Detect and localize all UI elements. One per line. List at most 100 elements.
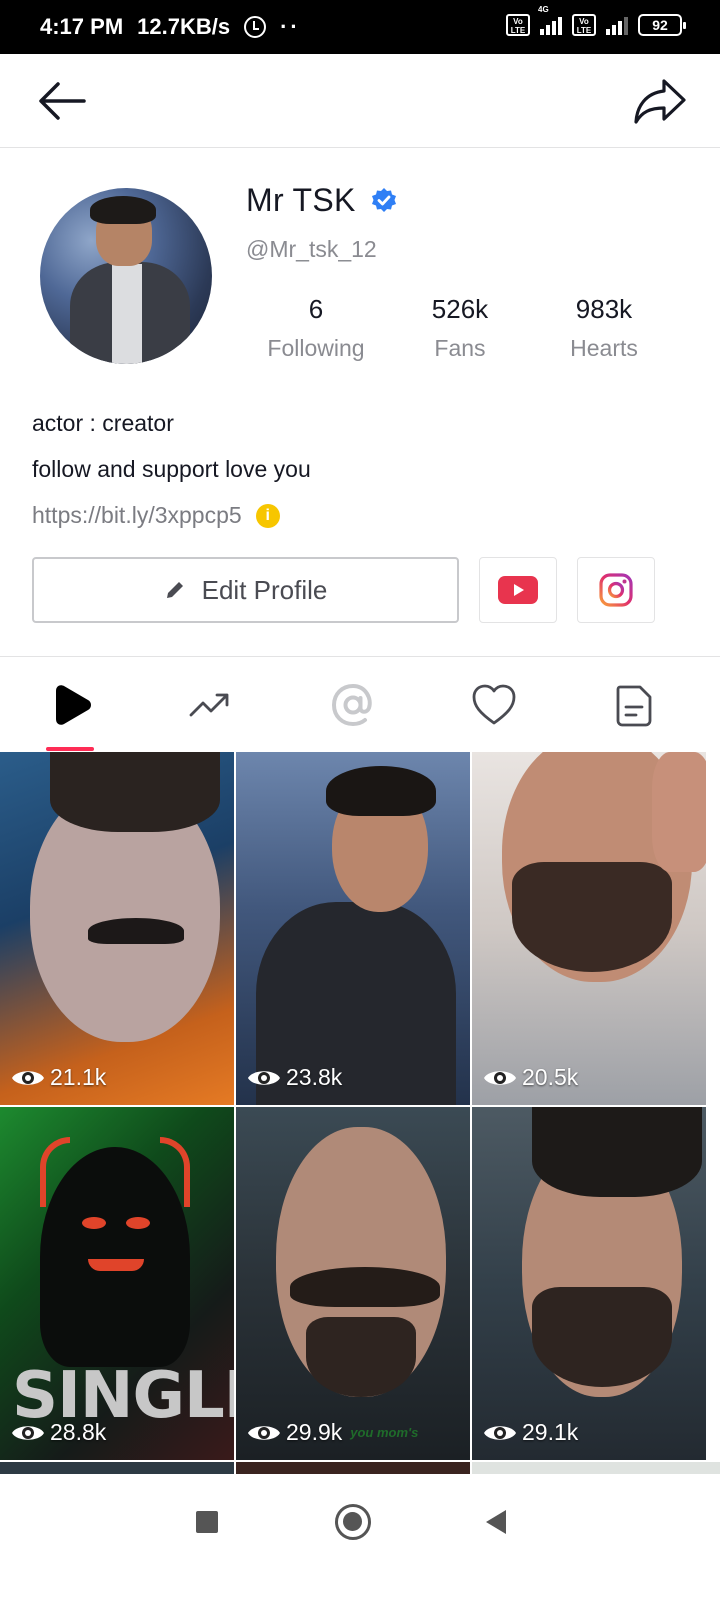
tab-trending[interactable] <box>187 681 235 729</box>
video-grid-next-row <box>0 1462 720 1474</box>
share-button[interactable] <box>632 76 688 126</box>
thumbnail-hair <box>326 766 436 816</box>
home-button[interactable] <box>335 1504 371 1540</box>
eye-icon <box>484 1070 516 1085</box>
video-tile[interactable]: SINGLE 28.8k <box>0 1107 234 1460</box>
network-tag: 4G <box>538 5 549 14</box>
avatar-shirt <box>112 264 142 364</box>
name-row: Mr TSK <box>246 182 398 219</box>
thumbnail-hand <box>652 752 706 872</box>
status-bar: 4:17 PM 12.7KB/s ·· Vo LTE 4G Vo LTE 92 <box>0 0 720 54</box>
edit-profile-label: Edit Profile <box>201 574 328 605</box>
trending-icon <box>189 693 229 717</box>
view-count-value: 29.9k <box>286 1419 343 1445</box>
thumbnail-eye-left <box>82 1217 106 1229</box>
tab-drafts[interactable] <box>610 681 658 729</box>
stat-value: 983k <box>575 294 633 324</box>
stat-fans[interactable]: 526k Fans <box>390 294 530 362</box>
view-count: 28.8k <box>10 1419 106 1446</box>
eye-icon <box>12 1070 44 1085</box>
view-count: 23.8k <box>246 1064 342 1091</box>
thumbnail-mustache <box>88 918 184 944</box>
view-count: 20.5k <box>482 1064 578 1091</box>
video-tile-partial[interactable] <box>0 1462 234 1474</box>
bio-link-row: https://bit.ly/3xppcp5 i <box>32 502 280 529</box>
eye-icon <box>12 1425 44 1440</box>
system-nav-bar <box>0 1474 720 1600</box>
profile-stats: 6 Following 526k Fans 983k Hearts <box>246 294 676 374</box>
edit-profile-button[interactable]: Edit Profile <box>32 557 459 623</box>
volte-icon: Vo LTE <box>506 14 530 36</box>
video-tile[interactable]: 20.5k <box>472 752 706 1105</box>
stat-following[interactable]: 6 Following <box>246 294 386 362</box>
eye-icon <box>248 1070 280 1085</box>
signal-icon: 4G <box>538 5 562 35</box>
stat-label: Following <box>267 335 365 361</box>
profile-handle: @Mr_tsk_12 <box>246 236 377 262</box>
stat-hearts[interactable]: 983k Hearts <box>534 294 674 362</box>
signal-icon-2 <box>606 15 628 35</box>
avatar-hair <box>90 196 156 224</box>
tab-liked[interactable] <box>470 681 518 729</box>
youtube-button[interactable] <box>479 557 557 623</box>
active-tab-indicator <box>46 747 94 751</box>
at-icon <box>331 683 372 727</box>
thumbnail-hair <box>532 1107 702 1197</box>
stat-label: Hearts <box>570 335 638 361</box>
view-count-value: 23.8k <box>286 1064 343 1090</box>
video-tile-partial[interactable] <box>472 1462 720 1474</box>
back-button[interactable] <box>36 78 88 124</box>
stat-value: 6 <box>308 294 324 324</box>
thumbnail-beard <box>306 1317 416 1397</box>
thumbnail-caption: you mom's <box>350 1425 419 1440</box>
eye-icon <box>248 1425 280 1440</box>
thumbnail-beard <box>512 862 672 972</box>
volte-icon-2: Vo LTE <box>572 14 596 36</box>
video-tile[interactable]: 29.9k you mom's <box>236 1107 470 1460</box>
bio-line-1: actor : creator <box>32 410 174 436</box>
profile-tabs <box>0 656 720 752</box>
top-nav <box>0 54 720 148</box>
instagram-button[interactable] <box>577 557 655 623</box>
avatar[interactable] <box>40 188 212 364</box>
eye-icon <box>484 1425 516 1440</box>
bio-link[interactable]: https://bit.ly/3xppcp5 <box>32 502 242 529</box>
status-time: 4:17 PM <box>40 14 124 39</box>
thumbnail-mustache <box>290 1267 440 1307</box>
pencil-icon <box>166 582 183 598</box>
thumbnail-beard <box>532 1287 672 1387</box>
battery-icon: 92 <box>638 14 686 36</box>
document-icon <box>616 685 652 727</box>
stat-label: Fans <box>434 335 486 361</box>
recents-button[interactable] <box>196 1511 218 1533</box>
stat-value: 526k <box>431 294 489 324</box>
video-tile[interactable]: 21.1k <box>0 752 234 1105</box>
profile-name: Mr TSK <box>246 182 356 218</box>
tab-mentions[interactable] <box>329 681 377 729</box>
video-tile-partial[interactable] <box>236 1462 470 1474</box>
youtube-icon <box>498 576 538 604</box>
status-left: 4:17 PM 12.7KB/s ·· <box>40 14 301 40</box>
video-tile[interactable]: 23.8k <box>236 752 470 1105</box>
notification-dots: ·· <box>280 14 301 39</box>
alarm-icon <box>244 16 267 38</box>
thumbnail-mouth <box>88 1259 144 1271</box>
back-nav-button[interactable] <box>486 1510 506 1534</box>
thumbnail-eye-right <box>126 1217 150 1229</box>
heart-icon <box>472 684 516 725</box>
tab-videos[interactable] <box>48 681 96 729</box>
view-count: 29.1k <box>482 1419 578 1446</box>
view-count-value: 20.5k <box>522 1064 579 1090</box>
video-tile[interactable]: 29.1k <box>472 1107 706 1460</box>
view-count: 29.9k you mom's <box>246 1419 418 1446</box>
thumbnail-horn-left <box>40 1137 70 1207</box>
play-icon <box>56 685 91 725</box>
status-speed: 12.7KB/s <box>137 14 231 39</box>
view-count-value: 21.1k <box>50 1064 107 1090</box>
info-icon[interactable]: i <box>255 503 280 528</box>
view-count-value: 28.8k <box>50 1419 107 1445</box>
thumbnail-hair <box>50 752 220 832</box>
arrow-left-icon <box>39 82 86 120</box>
view-count: 21.1k <box>10 1064 106 1091</box>
verified-icon <box>371 187 396 212</box>
